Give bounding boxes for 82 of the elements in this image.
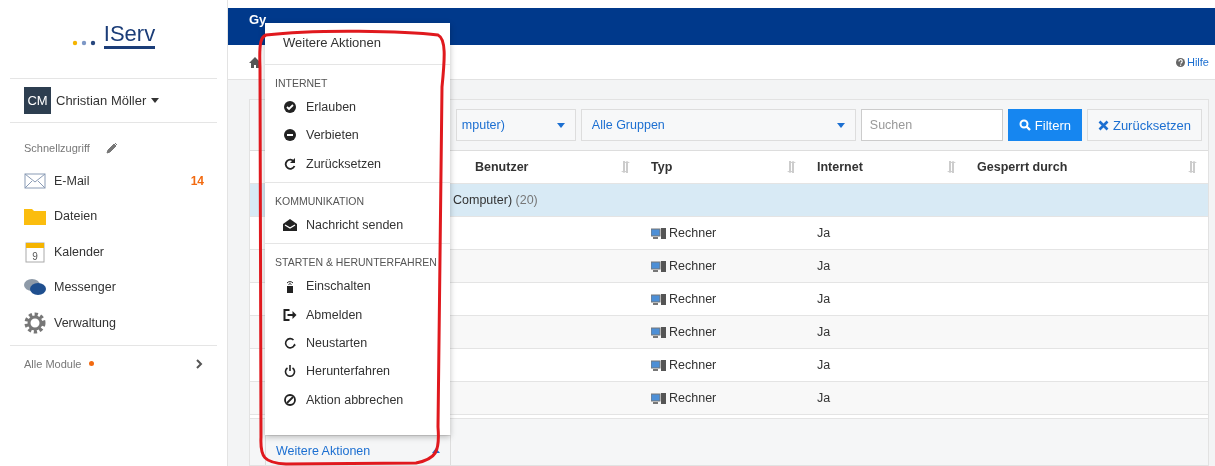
- help-link[interactable]: Hilfe: [1176, 56, 1209, 68]
- table-cell: Rechner: [669, 259, 717, 273]
- menu-item[interactable]: Zurücksetzen: [265, 149, 450, 178]
- column-header[interactable]: Benutzer: [475, 160, 529, 174]
- sort-icon[interactable]: [787, 161, 797, 173]
- search-field[interactable]: Suchen: [860, 109, 1003, 141]
- calendar-icon: 9: [24, 240, 46, 263]
- computer-icon: [651, 326, 666, 338]
- menu-item[interactable]: Herunterfahren: [265, 357, 450, 386]
- home-icon[interactable]: [249, 56, 261, 68]
- group-label: Computer) (20): [453, 193, 538, 207]
- table-cell: Ja: [817, 259, 831, 273]
- computer-icon: [651, 227, 666, 239]
- nav-item[interactable]: 9 Kalender: [0, 234, 204, 270]
- logo: IServ: [103, 23, 156, 49]
- table-cell: Ja: [817, 292, 831, 306]
- table-cell: Rechner: [669, 391, 717, 405]
- search-icon: [1018, 119, 1031, 131]
- unread-count: 14: [190, 173, 204, 188]
- sort-icon[interactable]: [947, 161, 957, 173]
- computer-icon: [651, 392, 666, 404]
- menu-item[interactable]: Neustarten: [265, 328, 450, 358]
- computer-icon: [651, 359, 666, 371]
- folder-icon: [24, 207, 46, 226]
- caret-icon[interactable]: [151, 98, 160, 103]
- menu-item[interactable]: Einschalten: [265, 272, 450, 301]
- table-cell: Ja: [817, 358, 831, 372]
- user-avatar: CM: [24, 87, 51, 114]
- help-icon: [1176, 57, 1185, 67]
- menu-section-heading: KOMMUNIKATION: [274, 193, 366, 209]
- table-cell: Rechner: [669, 226, 717, 240]
- menu-item[interactable]: Nachricht senden: [265, 210, 450, 240]
- column-header[interactable]: Internet: [817, 160, 863, 174]
- quick-access-label: Schnellzugriff: [24, 142, 90, 154]
- computer-icon: [651, 260, 666, 272]
- close-icon: [1097, 119, 1109, 131]
- school-title: Gy: [249, 12, 267, 27]
- column-header[interactable]: Typ: [651, 160, 673, 174]
- table-cell: Rechner: [669, 292, 717, 306]
- all-modules-link[interactable]: Alle Module: [10, 344, 217, 382]
- nav-item[interactable]: Messenger: [0, 269, 204, 305]
- table-cell: Ja: [817, 325, 831, 339]
- table-cell: Rechner: [669, 325, 717, 339]
- user-menu[interactable]: Christian Möller: [56, 93, 147, 108]
- pencil-icon[interactable]: [105, 142, 118, 154]
- nav-item[interactable]: Dateien: [0, 198, 204, 234]
- nav-item[interactable]: E-Mail 14: [0, 163, 204, 199]
- gear-icon: [24, 311, 46, 334]
- sort-icon[interactable]: [621, 161, 631, 173]
- ban-icon: [283, 393, 297, 406]
- group-select[interactable]: Alle Gruppen: [580, 109, 856, 141]
- refresh-icon: [283, 157, 297, 170]
- minus-circle-icon: [283, 129, 297, 142]
- more-actions-button[interactable]: Weitere Aktionen: [265, 435, 451, 465]
- caret-up-icon: [432, 448, 440, 453]
- menu-title: Weitere Aktionen: [265, 23, 450, 65]
- menu-item[interactable]: Erlauben: [265, 93, 450, 122]
- menu-section-heading: STARTEN & HERUNTERFAHREN: [274, 255, 438, 271]
- menu-section-heading: INTERNET: [274, 76, 329, 91]
- column-header[interactable]: Gesperrt durch: [977, 160, 1068, 174]
- filter-button[interactable]: Filtern: [1007, 109, 1082, 141]
- menu-item[interactable]: Abmelden: [265, 300, 450, 329]
- menu-item[interactable]: Verbieten: [265, 121, 450, 150]
- logout-icon: [283, 308, 297, 321]
- envelope-icon: [24, 172, 46, 189]
- sort-icon[interactable]: [1188, 161, 1198, 173]
- envelope-icon: [283, 219, 297, 232]
- table-cell: Rechner: [669, 358, 717, 372]
- table-cell: Ja: [817, 226, 831, 240]
- table-cell: Ja: [817, 391, 831, 405]
- computer-icon: [651, 293, 666, 305]
- caret-icon: [556, 122, 565, 128]
- caret-icon: [836, 122, 845, 128]
- restart-icon: [283, 336, 297, 349]
- check-circle-icon: [283, 101, 297, 114]
- power-icon: [283, 365, 297, 378]
- menu-item[interactable]: Aktion abbrechen: [265, 385, 450, 414]
- reset-button[interactable]: Zurücksetzen: [1086, 109, 1202, 141]
- chat-icon: [24, 278, 46, 297]
- room-select[interactable]: mputer): [455, 109, 576, 141]
- chevron-right-icon: [196, 358, 203, 369]
- nav-item[interactable]: Verwaltung: [0, 305, 204, 341]
